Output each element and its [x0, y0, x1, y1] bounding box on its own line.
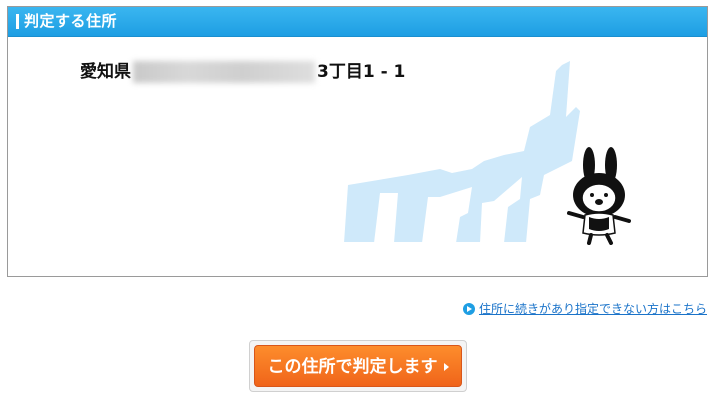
chevron-right-icon — [443, 363, 449, 371]
redacted-address-segment — [133, 61, 315, 83]
address-prefix: 愛知県 — [80, 62, 131, 82]
address-suffix: 3丁目1 - 1 — [317, 62, 406, 82]
submit-button-frame: この住所で判定します — [249, 340, 467, 392]
address-confirm-page: 判定する住所 愛知県 3丁目1 - 1 住所に続きがあり指定できない方はこちら … — [0, 0, 713, 395]
address-help-link[interactable]: 住所に続きがあり指定できない方はこちら — [462, 301, 707, 317]
rabbit-mascot-icon — [567, 147, 631, 245]
panel-header: 判定する住所 — [8, 7, 707, 37]
judge-address-button[interactable]: この住所で判定します — [254, 345, 462, 387]
address-panel: 判定する住所 愛知県 3丁目1 - 1 — [7, 6, 708, 277]
help-link-label: 住所に続きがあり指定できない方はこちら — [478, 302, 707, 316]
arrow-circle-icon — [462, 303, 475, 315]
submit-button-label: この住所で判定します — [267, 357, 438, 377]
panel-title: 判定する住所 — [24, 12, 118, 30]
address-text: 愛知県 3丁目1 - 1 — [80, 60, 405, 84]
header-accent-bar — [16, 14, 19, 29]
